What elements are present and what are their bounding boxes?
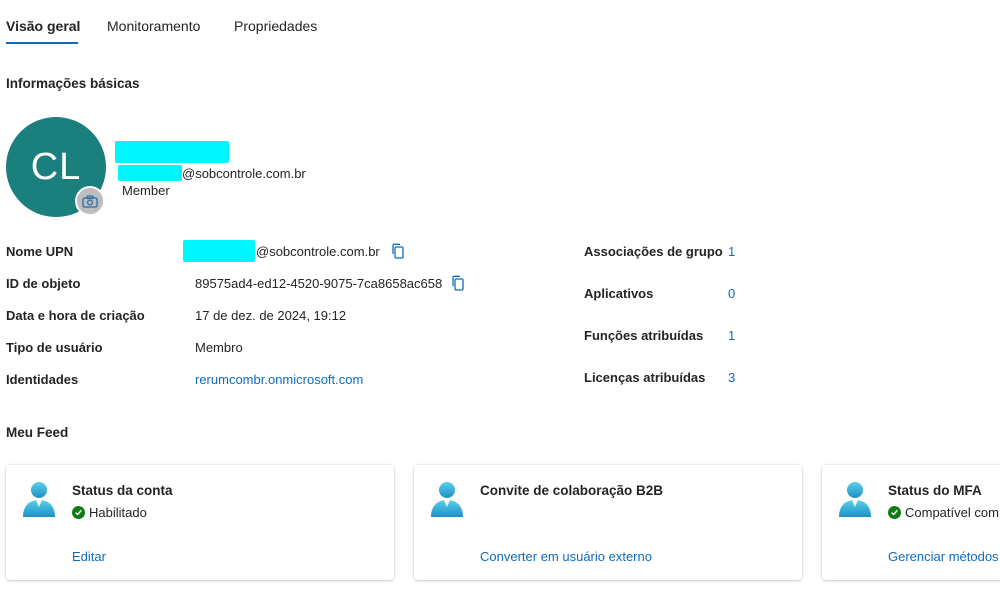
tab-bar: Visão geral Monitoramento Propriedades	[0, 0, 1000, 44]
card-status: Compatível com	[888, 505, 999, 520]
active-tab-indicator	[6, 42, 78, 44]
card-status: Habilitado	[72, 505, 147, 520]
created-label: Data e hora de criação	[6, 308, 145, 323]
assigned-licenses-label: Licenças atribuídas	[584, 370, 706, 385]
object-id-label: ID de objeto	[6, 276, 81, 291]
tab-monitoring[interactable]: Monitoramento	[107, 18, 200, 34]
upn-value: @sobcontrole.com.br	[256, 244, 380, 259]
card-status-text: Habilitado	[89, 505, 147, 520]
member-type-text: Member	[122, 183, 170, 198]
basic-info-heading: Informações básicas	[6, 76, 140, 91]
created-value: 17 de dez. de 2024, 19:12	[195, 308, 347, 323]
manage-methods-link[interactable]: Gerenciar métodos	[888, 549, 999, 564]
copy-upn-icon[interactable]	[390, 243, 406, 259]
object-id-value: 89575ad4-ed12-4520-9075-7ca8658ac658	[195, 276, 443, 291]
card-title: Status da conta	[72, 483, 173, 498]
user-type-value: Membro	[195, 340, 243, 355]
user-type-label: Tipo de usuário	[6, 340, 103, 355]
redacted-display-name	[115, 141, 229, 163]
user-icon	[22, 481, 56, 519]
user-icon	[838, 481, 872, 519]
convert-external-user-link[interactable]: Converter em usuário externo	[480, 549, 652, 564]
card-title: Convite de colaboração B2B	[480, 483, 664, 498]
account-status-card: Status da conta Habilitado Editar	[6, 465, 394, 580]
feed-heading: Meu Feed	[6, 425, 69, 440]
applications-label: Aplicativos	[584, 286, 654, 301]
tab-overview[interactable]: Visão geral	[6, 18, 80, 34]
assigned-roles-count[interactable]: 1	[728, 328, 735, 343]
redacted-upn-prefix	[183, 240, 255, 262]
group-memberships-count[interactable]: 1	[728, 244, 735, 259]
card-status-text: Compatível com	[905, 505, 999, 520]
identities-link[interactable]: rerumcombr.onmicrosoft.com	[195, 372, 363, 387]
group-memberships-label: Associações de grupo	[584, 244, 723, 259]
camera-icon[interactable]	[75, 186, 105, 216]
avatar-initials: CL	[30, 145, 82, 188]
check-circle-icon	[888, 506, 901, 519]
copy-object-id-icon[interactable]	[450, 275, 466, 291]
card-title: Status do MFA	[888, 483, 982, 498]
user-icon	[430, 481, 464, 519]
redacted-email-prefix	[118, 165, 182, 181]
upn-label: Nome UPN	[6, 244, 74, 259]
assigned-licenses-count[interactable]: 3	[728, 370, 735, 385]
assigned-roles-label: Funções atribuídas	[584, 328, 704, 343]
user-email-suffix: @sobcontrole.com.br	[182, 166, 306, 181]
identities-label: Identidades	[6, 372, 79, 387]
mfa-status-card: Status do MFA Compatível com Gerenciar m…	[822, 465, 1000, 580]
tab-properties[interactable]: Propriedades	[234, 18, 317, 34]
b2b-invite-card: Convite de colaboração B2B Converter em …	[414, 465, 802, 580]
check-circle-icon	[72, 506, 85, 519]
edit-link[interactable]: Editar	[72, 549, 106, 564]
applications-count[interactable]: 0	[728, 286, 735, 301]
